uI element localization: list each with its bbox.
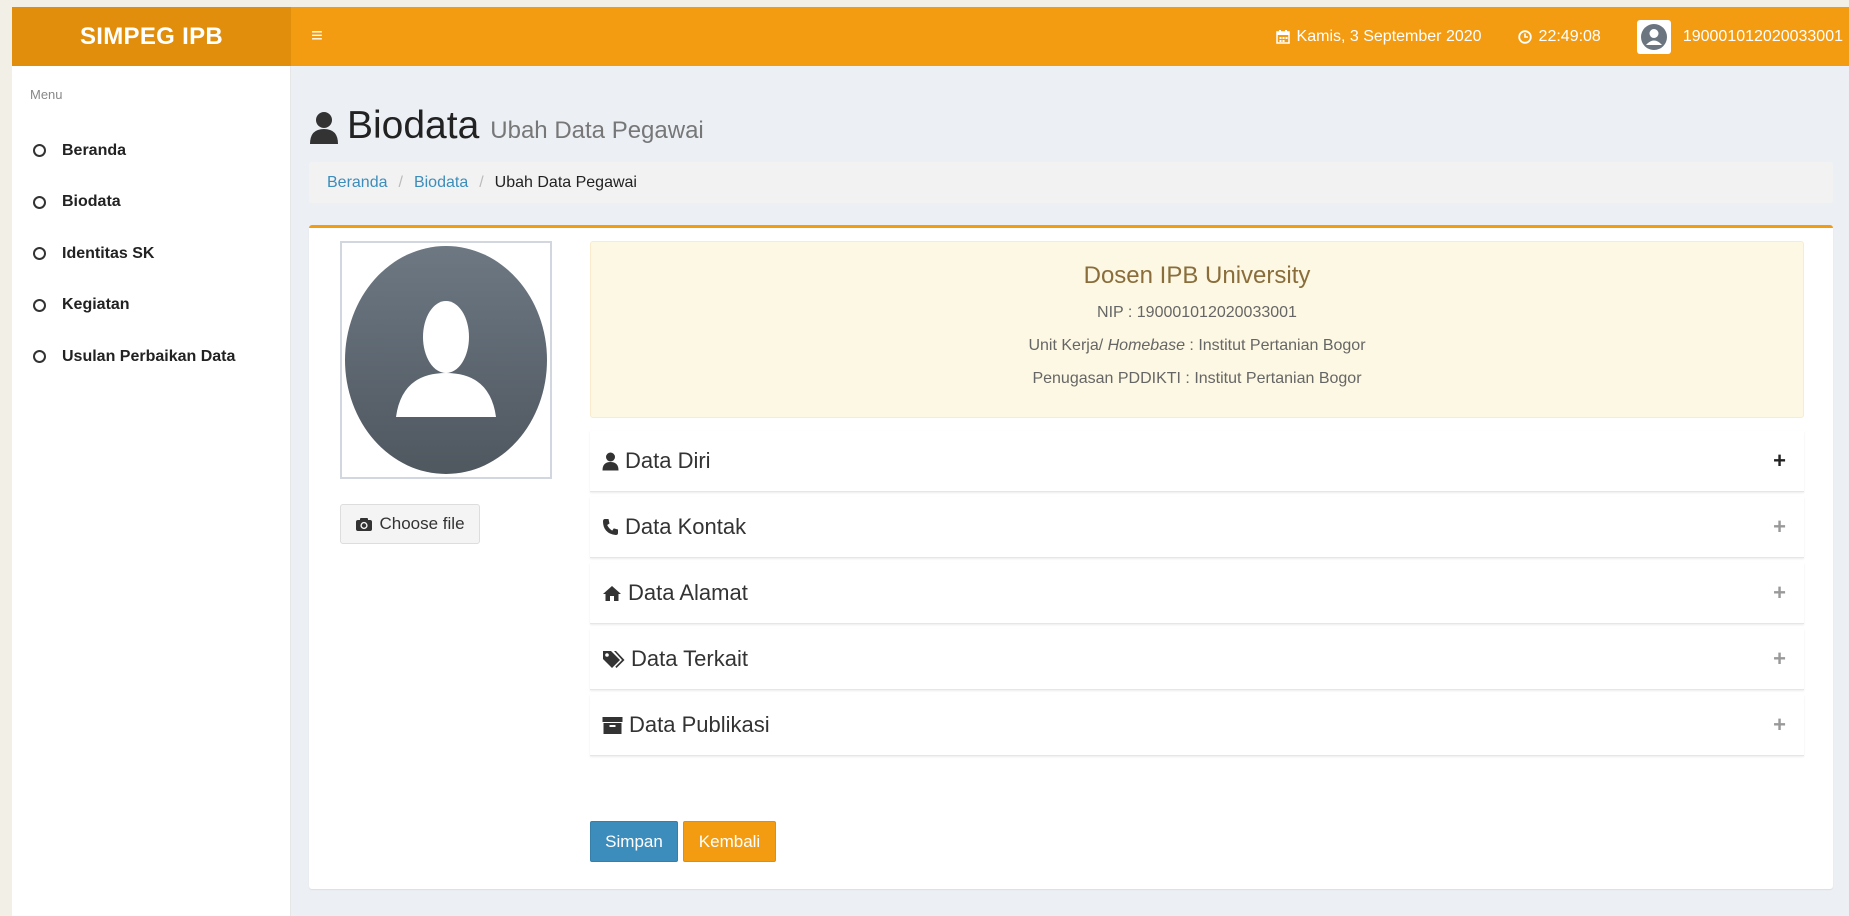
- circle-icon: [33, 350, 46, 364]
- breadcrumb: Beranda / Biodata / Ubah Data Pegawai: [309, 162, 1833, 203]
- employee-heading: Dosen IPB University: [1083, 262, 1311, 289]
- sidebar-item-label: Kegiatan: [62, 296, 130, 314]
- app-logo[interactable]: SIMPEG IPB: [12, 7, 291, 66]
- employee-info-callout: Dosen IPB University NIP : 1900010120200…: [590, 241, 1804, 418]
- default-avatar-icon: [345, 246, 547, 474]
- camera-icon: [356, 517, 373, 531]
- circle-icon: [33, 144, 46, 158]
- section-data-kontak[interactable]: Data Kontak +: [590, 497, 1804, 558]
- breadcrumb-separator: /: [398, 173, 403, 191]
- sidebar-item-biodata[interactable]: Biodata: [12, 177, 290, 229]
- avatar: [1636, 19, 1671, 54]
- user-icon: [310, 112, 338, 144]
- tags-icon: [603, 650, 625, 668]
- breadcrumb-separator: /: [479, 173, 484, 191]
- section-title: Data Kontak: [625, 514, 747, 539]
- breadcrumb-link-beranda[interactable]: Beranda: [327, 174, 388, 192]
- archive-icon: [602, 716, 623, 734]
- sidebar-item-label: Beranda: [62, 141, 127, 159]
- section-data-diri[interactable]: Data Diri +: [590, 431, 1804, 492]
- clock-icon: [1517, 29, 1532, 44]
- sidebar-item-label: Usulan Perbaikan Data: [62, 347, 236, 365]
- sidebar-item-identitas-sk[interactable]: Identitas SK: [12, 228, 290, 280]
- sidebar: Menu Beranda Biodata Identitas SK Kegiat…: [12, 66, 291, 916]
- section-title: Data Terkait: [631, 646, 748, 671]
- profile-photo: [340, 241, 552, 479]
- circle-icon: [33, 195, 46, 209]
- breadcrumb-link-biodata[interactable]: Biodata: [414, 174, 468, 192]
- employee-penugasan: Penugasan PDDIKTI : Institut Pertanian B…: [1032, 370, 1362, 387]
- page-title: Biodata: [347, 104, 480, 147]
- main-content: Biodata Ubah Data Pegawai Beranda / Biod…: [309, 66, 1833, 889]
- circle-icon: [33, 247, 46, 261]
- page-header: Biodata Ubah Data Pegawai: [309, 104, 1833, 152]
- unit-kerja-value: : Institut Pertanian Bogor: [1184, 337, 1366, 354]
- expand-plus-icon[interactable]: +: [1773, 448, 1786, 474]
- breadcrumb-current: Ubah Data Pegawai: [494, 173, 637, 191]
- expand-plus-icon[interactable]: +: [1773, 646, 1786, 672]
- user-menu[interactable]: 190001012020033001: [1636, 19, 1843, 54]
- user-id-text: 190001012020033001: [1682, 27, 1843, 45]
- expand-plus-icon[interactable]: +: [1773, 580, 1786, 606]
- hamburger-icon: ≡: [311, 25, 323, 47]
- biodata-box: Choose file Dosen IPB University NIP : 1…: [309, 225, 1833, 889]
- user-icon: [602, 452, 619, 470]
- header-time: 22:49:08: [1517, 27, 1601, 46]
- expand-plus-icon[interactable]: +: [1773, 712, 1786, 738]
- top-header: SIMPEG IPB ≡ Kamis, 3 September 2020 22:…: [12, 7, 1849, 66]
- header-date-text: Kamis, 3 September 2020: [1296, 27, 1482, 45]
- expand-plus-icon[interactable]: +: [1773, 514, 1786, 540]
- section-title: Data Alamat: [628, 580, 748, 605]
- user-avatar-icon: [1640, 23, 1667, 50]
- header-date: Kamis, 3 September 2020: [1275, 27, 1482, 46]
- sidebar-menu-label: Menu: [30, 87, 63, 102]
- sidebar-item-label: Identitas SK: [62, 244, 155, 262]
- choose-file-label: Choose file: [379, 514, 465, 533]
- homebase-label: Homebase: [1107, 337, 1185, 354]
- circle-icon: [33, 298, 46, 312]
- page-subtitle: Ubah Data Pegawai: [490, 117, 704, 144]
- section-title: Data Diri: [625, 448, 711, 473]
- section-data-publikasi[interactable]: Data Publikasi +: [590, 695, 1804, 756]
- section-title: Data Publikasi: [629, 712, 770, 737]
- employee-unit-kerja: Unit Kerja/ Homebase : Institut Pertania…: [591, 337, 1803, 355]
- back-button[interactable]: Kembali: [683, 821, 776, 862]
- section-data-terkait[interactable]: Data Terkait +: [590, 629, 1804, 690]
- calendar-icon: [1275, 30, 1290, 44]
- sidebar-item-beranda[interactable]: Beranda: [12, 125, 290, 177]
- header-time-text: 22:49:08: [1538, 27, 1601, 45]
- sidebar-toggle-button[interactable]: ≡: [299, 7, 335, 66]
- unit-kerja-label: Unit Kerja/: [1028, 337, 1108, 354]
- app-frame: SIMPEG IPB ≡ Kamis, 3 September 2020 22:…: [12, 7, 1849, 916]
- home-icon: [603, 585, 621, 601]
- phone-icon: [603, 519, 618, 535]
- sidebar-item-label: Biodata: [62, 193, 121, 211]
- section-data-alamat[interactable]: Data Alamat +: [590, 563, 1804, 624]
- choose-file-button[interactable]: Choose file: [340, 504, 480, 544]
- employee-nip: NIP : 190001012020033001: [1097, 304, 1297, 321]
- sidebar-item-usulan-perbaikan-data[interactable]: Usulan Perbaikan Data: [12, 331, 290, 383]
- save-button[interactable]: Simpan: [590, 821, 678, 862]
- sidebar-item-kegiatan[interactable]: Kegiatan: [12, 280, 290, 332]
